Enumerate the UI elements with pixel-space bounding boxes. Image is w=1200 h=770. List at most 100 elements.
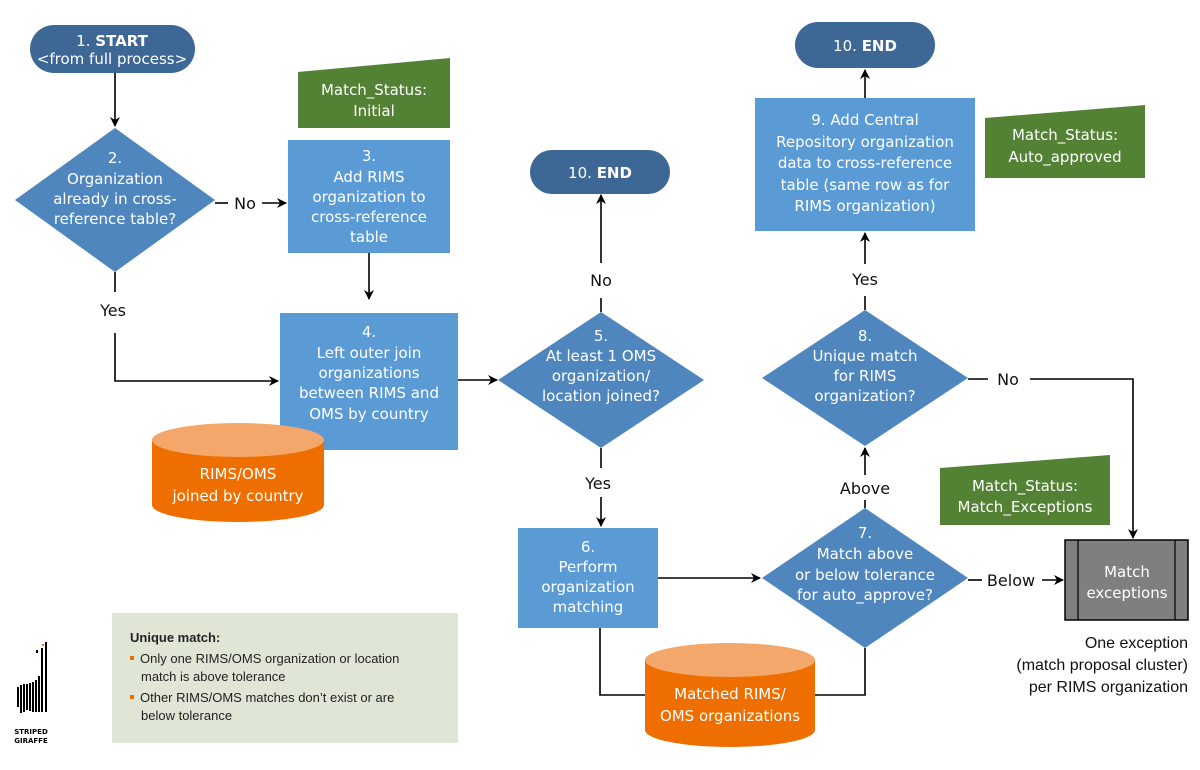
text-label: table (same row as for <box>781 176 951 194</box>
text-label: RIMS organization) <box>794 197 935 215</box>
process-6: 6. Perform organization matching <box>518 528 658 628</box>
text-label: Match_Exceptions <box>958 498 1093 517</box>
text-label: (match proposal cluster) <box>1016 657 1188 674</box>
text-label: for RIMS <box>834 367 897 385</box>
label-d5-no: No <box>590 271 612 290</box>
line-store-to-d7 <box>815 648 866 696</box>
text-label: GIRAFFE <box>14 737 48 745</box>
bullet-icon <box>130 695 134 699</box>
svg-text:10. END: 10. END <box>833 37 897 55</box>
text-label: 10. <box>568 164 592 182</box>
status-tag-auto-approved: Match_Status: Auto_approved <box>985 105 1145 178</box>
text-label: 10. <box>833 37 857 55</box>
text-label: One exception <box>1085 635 1188 652</box>
text-label: for auto_approve? <box>797 586 933 605</box>
process-9: 9. Add Central Repository organization d… <box>755 98 975 231</box>
label-d2-no: No <box>234 194 256 213</box>
striped-giraffe-logo: STRIPED GIRAFFE <box>14 642 48 745</box>
datastore-matched: Matched RIMS/ OMS organizations <box>645 643 815 747</box>
label-d8-yes: Yes <box>851 270 878 289</box>
decision-7: 7. Match above or below tolerance for au… <box>762 508 968 648</box>
text-label: Perform <box>559 558 618 576</box>
match-exceptions-process: Match exceptions <box>1064 539 1189 621</box>
text-label: OMS organizations <box>660 707 800 725</box>
text-label: STRIPED <box>14 728 48 736</box>
decision-8: 8. Unique match for RIMS organization? <box>762 310 968 446</box>
text-label: location joined? <box>542 387 660 405</box>
text-label: Match_Status: <box>1012 126 1118 145</box>
text-label: below tolerance <box>141 708 232 723</box>
text-label: cross-reference <box>311 208 427 226</box>
line-p6-to-store <box>599 628 645 696</box>
text-label: matching <box>553 598 624 616</box>
process-3: 3. Add RIMS organization to cross-refere… <box>288 140 450 253</box>
svg-text:10. END: 10. END <box>568 164 632 182</box>
text-label: 9. Add Central <box>811 111 919 129</box>
decision-5: 5. At least 1 OMS organization/ location… <box>498 312 704 448</box>
note-title: Unique match: <box>130 630 220 645</box>
text-label: 2. <box>108 149 122 167</box>
unique-match-note: Unique match: Only one RIMS/OMS organiza… <box>112 613 458 743</box>
text-label: joined by country <box>171 487 303 505</box>
text-label: Auto_approved <box>1008 148 1121 167</box>
text-label: 5. <box>594 327 608 345</box>
label-d5-yes: Yes <box>584 474 611 493</box>
text-label: 3. <box>362 147 376 165</box>
text-label: END <box>862 37 897 55</box>
label-d7-above: Above <box>840 479 890 498</box>
text-label: match is above tolerance <box>141 669 286 684</box>
exceptions-caption: One exception (match proposal cluster) p… <box>1016 635 1188 696</box>
label-d8-no: No <box>997 370 1019 389</box>
text-label: Unique match <box>812 347 917 365</box>
text-label: organization to <box>312 188 425 206</box>
label-d7-below: Below <box>987 571 1035 590</box>
text-label: Match <box>1104 563 1150 581</box>
text-label: Other RIMS/OMS matches don’t exist or ar… <box>140 690 394 705</box>
end-terminal-middle: 10. END <box>530 150 670 194</box>
text-label: exceptions <box>1086 584 1167 602</box>
start-number: 1. <box>76 32 90 50</box>
text-label: Only one RIMS/OMS organization or locati… <box>140 651 399 666</box>
bullet-icon <box>130 656 134 660</box>
text-label: Add RIMS <box>333 168 404 186</box>
text-label: Left outer join <box>317 344 422 362</box>
text-label: per RIMS organization <box>1029 679 1188 696</box>
text-label: Initial <box>353 102 395 120</box>
text-label: 8. <box>858 327 872 345</box>
text-label: 7. <box>858 524 872 542</box>
start-label: START <box>95 32 148 50</box>
text-label: organization <box>541 578 634 596</box>
text-label: Match_Status: <box>321 81 427 100</box>
text-label: At least 1 OMS <box>546 347 656 365</box>
text-label: Repository organization <box>776 133 954 151</box>
status-tag-initial: Match_Status: Initial <box>298 58 450 128</box>
datastore-joined-by-country: RIMS/OMS joined by country <box>152 423 324 522</box>
text-label: OMS by country <box>309 405 429 423</box>
text-label: Match above <box>817 545 914 563</box>
arrow-d2-yes-to-p4 <box>114 333 279 386</box>
text-label: or below tolerance <box>795 566 935 584</box>
text-label: organizations <box>318 364 419 382</box>
process-4: 4. Left outer join organizations between… <box>280 313 458 450</box>
text-label: Organization <box>67 170 163 188</box>
start-terminal: 1. START <from full process> <box>30 25 195 73</box>
text-label: 4. <box>362 323 376 341</box>
text-label: 6. <box>581 538 595 556</box>
text-label: RIMS/OMS <box>200 465 277 483</box>
flowchart: 1. START <from full process> 2. Organiza… <box>14 22 1189 747</box>
label-d2-yes: Yes <box>99 301 126 320</box>
decision-2: 2. Organization already in cross- refere… <box>15 128 215 272</box>
end-terminal-top: 10. END <box>795 22 935 68</box>
text-label: reference table? <box>54 210 176 228</box>
text-label: organization/ <box>552 367 651 385</box>
start-sub: <from full process> <box>37 50 187 68</box>
text-label: data to cross-reference <box>778 154 952 172</box>
text-label: Matched RIMS/ <box>674 685 787 703</box>
text-label: already in cross- <box>53 190 177 208</box>
status-tag-match-exceptions: Match_Status: Match_Exceptions <box>940 455 1110 525</box>
text-label: Match_Status: <box>972 477 1078 496</box>
svg-text:1. START: 1. START <box>76 32 148 50</box>
text-label: organization? <box>814 387 915 405</box>
text-label: END <box>597 164 632 182</box>
text-label: table <box>350 228 388 246</box>
